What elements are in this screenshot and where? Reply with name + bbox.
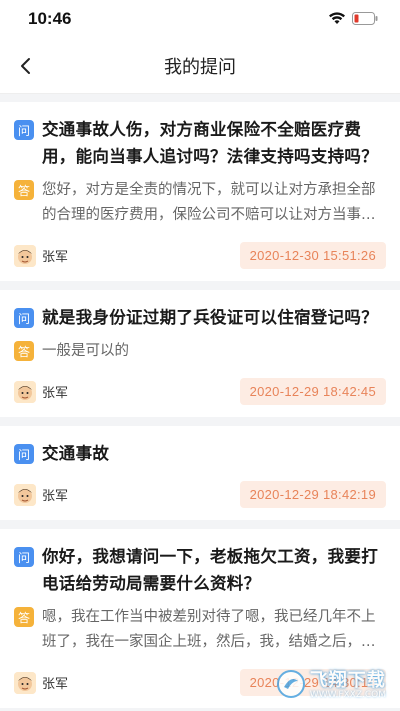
author: 张军 — [14, 380, 69, 403]
question-card[interactable]: 问 交通事故 张军 2020-12-29 18:42:19 — [0, 426, 400, 520]
question-text: 你好，我想请问一下，老板拖欠工资，我要打电话给劳动局需要什么资料？ — [42, 547, 378, 593]
question-tag: 问 — [14, 308, 34, 328]
author: 张军 — [14, 483, 69, 506]
avatar — [14, 380, 36, 403]
status-time: 10:46 — [28, 9, 72, 28]
battery-low-icon — [352, 10, 378, 29]
author: 张军 — [14, 244, 69, 267]
question-list: 问 交通事故人伤，对方商业保险不全赔医疗费用，能向当事人追讨吗？法律支持吗支持吗… — [0, 94, 400, 708]
timestamp-badge: 2020-12-29 18:42:19 — [239, 481, 386, 508]
avatar — [14, 671, 36, 694]
page-title: 我的提问 — [164, 56, 236, 78]
question-card[interactable]: 问 就是我身份证过期了兵役证可以住宿登记吗？ 答 一般是可以的 张军 2020-… — [0, 290, 400, 417]
answer-text: 您好，对方是全责的情况下，就可以让对方承担全部的合理的医疗费用，保险公司不赔可以… — [42, 182, 376, 223]
answer-text: 嗯，我在工作当中被差别对待了嗯，我已经几年不上班了，我在一家国企上班，然后，我，… — [42, 609, 376, 650]
question-card[interactable]: 问 交通事故人伤，对方商业保险不全赔医疗费用，能向当事人追讨吗？法律支持吗支持吗… — [0, 102, 400, 281]
watermark-url: WWW.FXXZ.COM — [309, 689, 386, 700]
nav-bar: 我的提问 — [0, 38, 400, 94]
question-text: 交通事故人伤，对方商业保险不全赔医疗费用，能向当事人追讨吗？法律支持吗支持吗？ — [42, 120, 378, 166]
chevron-left-icon — [21, 58, 30, 74]
answer-text: 一般是可以的 — [42, 343, 129, 359]
answer-tag: 答 — [14, 607, 34, 627]
question-tag: 问 — [14, 120, 34, 140]
question-text: 就是我身份证过期了兵役证可以住宿登记吗？ — [42, 308, 378, 327]
question-tag: 问 — [14, 547, 34, 567]
question-text: 交通事故 — [42, 444, 110, 463]
answer-tag: 答 — [14, 180, 34, 200]
question-tag: 问 — [14, 444, 34, 464]
answer-tag: 答 — [14, 341, 34, 361]
status-icons — [328, 10, 378, 29]
author: 张军 — [14, 671, 69, 694]
back-button[interactable] — [12, 52, 40, 80]
timestamp-badge: 2020-12-30 15:51:26 — [239, 242, 386, 269]
avatar — [14, 244, 36, 267]
author-name: 张军 — [42, 250, 69, 265]
watermark-logo-icon — [276, 669, 306, 703]
timestamp-badge: 2020-12-29 18:42:45 — [239, 378, 386, 405]
watermark: 飞翔下载 WWW.FXXZ.COM — [276, 669, 386, 703]
wifi-icon — [328, 10, 346, 29]
watermark-text: 飞翔下载 — [309, 670, 386, 692]
author-name: 张军 — [42, 677, 69, 692]
author-name: 张军 — [42, 386, 69, 401]
status-bar: 10:46 — [0, 0, 400, 38]
author-name: 张军 — [42, 489, 69, 504]
avatar — [14, 483, 36, 506]
